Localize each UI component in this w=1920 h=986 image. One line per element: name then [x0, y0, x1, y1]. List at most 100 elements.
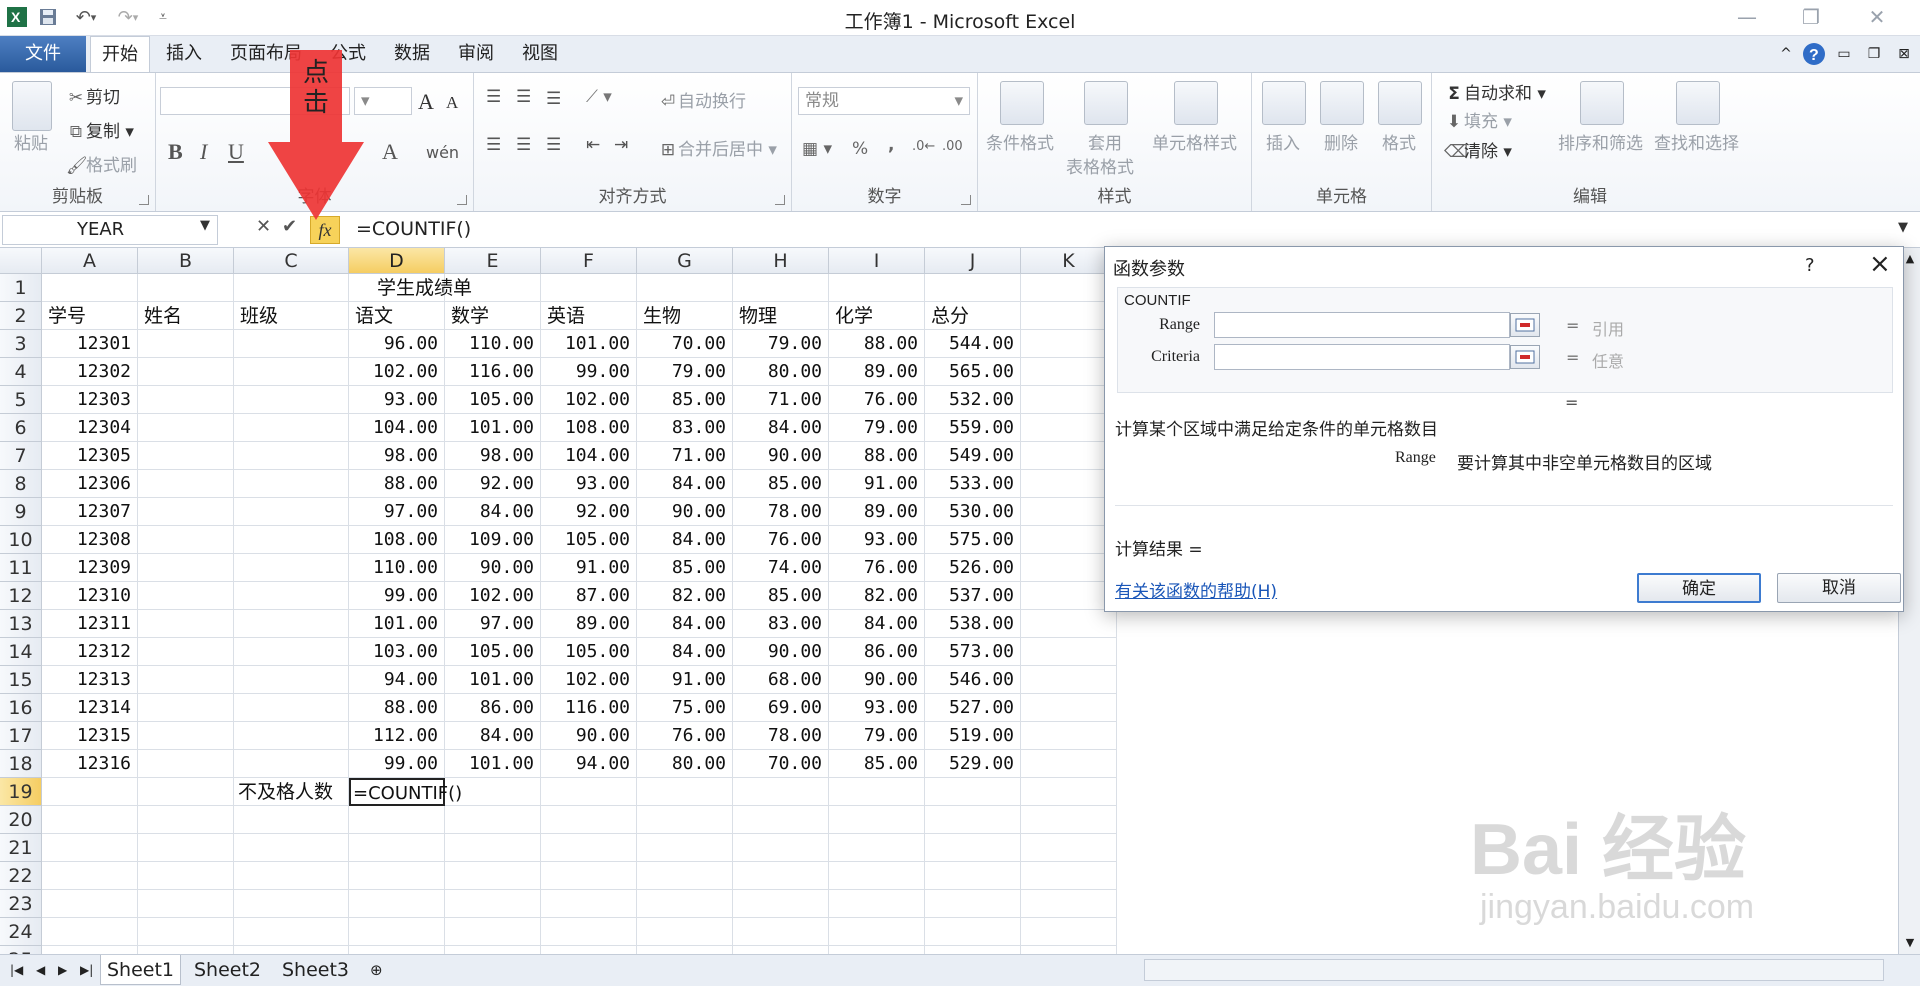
cell-g13[interactable]: 84.00: [637, 610, 733, 638]
cell-a23[interactable]: [42, 890, 138, 918]
fill-button[interactable]: ⬇ 填充 ▾: [1444, 107, 1512, 132]
column-header-h[interactable]: H: [733, 248, 829, 274]
cell-j10[interactable]: 575.00: [925, 526, 1021, 554]
tab-data[interactable]: 数据: [386, 36, 438, 72]
cell-b5[interactable]: [138, 386, 234, 414]
cell-d21[interactable]: [349, 834, 445, 862]
sheet-nav-first-icon[interactable]: |◀: [4, 955, 29, 985]
cell-d4[interactable]: 102.00: [349, 358, 445, 386]
cell-b8[interactable]: [138, 470, 234, 498]
cell-a12[interactable]: 12310: [42, 582, 138, 610]
cell-f7[interactable]: 104.00: [541, 442, 637, 470]
column-header-e[interactable]: E: [445, 248, 541, 274]
cell-e16[interactable]: 86.00: [445, 694, 541, 722]
number-format-combo[interactable]: 常规 ▾: [798, 87, 970, 115]
cell-i11[interactable]: 76.00: [829, 554, 925, 582]
cell-c9[interactable]: [234, 498, 349, 526]
row-header-18[interactable]: 18: [0, 750, 42, 778]
cell-j25[interactable]: [925, 946, 1021, 954]
cell-d19[interactable]: =COUNTIF(): [349, 778, 462, 806]
cell-j4[interactable]: 565.00: [925, 358, 1021, 386]
cell-k10[interactable]: [1021, 526, 1117, 554]
cell-f25[interactable]: [541, 946, 637, 954]
cell-j6[interactable]: 559.00: [925, 414, 1021, 442]
cell-g6[interactable]: 83.00: [637, 414, 733, 442]
cell-h23[interactable]: [733, 890, 829, 918]
cell-j12[interactable]: 537.00: [925, 582, 1021, 610]
cell-k5[interactable]: [1021, 386, 1117, 414]
cell-i8[interactable]: 91.00: [829, 470, 925, 498]
row-header-23[interactable]: 23: [0, 890, 42, 918]
cell-b21[interactable]: [138, 834, 234, 862]
cell-a2[interactable]: 学号: [42, 302, 138, 330]
sheet-tab-1[interactable]: Sheet1: [100, 955, 182, 985]
select-all-corner[interactable]: [0, 248, 42, 274]
font-color-button[interactable]: A: [382, 139, 398, 165]
cell-c24[interactable]: [234, 918, 349, 946]
row-header-13[interactable]: 13: [0, 610, 42, 638]
sheet-tab-3[interactable]: Sheet3: [276, 955, 355, 985]
cell-d17[interactable]: 112.00: [349, 722, 445, 750]
cell-i10[interactable]: 93.00: [829, 526, 925, 554]
cell-f10[interactable]: 105.00: [541, 526, 637, 554]
cell-a8[interactable]: 12306: [42, 470, 138, 498]
cell-i23[interactable]: [829, 890, 925, 918]
cell-e3[interactable]: 110.00: [445, 330, 541, 358]
row-header-11[interactable]: 11: [0, 554, 42, 582]
row-header-14[interactable]: 14: [0, 638, 42, 666]
cell-j2[interactable]: 总分: [925, 302, 1021, 330]
column-header-g[interactable]: G: [637, 248, 733, 274]
cell-f6[interactable]: 108.00: [541, 414, 637, 442]
workbook-restore-icon[interactable]: ❐: [1860, 36, 1888, 72]
cell-d7[interactable]: 98.00: [349, 442, 445, 470]
cell-g20[interactable]: [637, 806, 733, 834]
row-header-22[interactable]: 22: [0, 862, 42, 890]
cell-k3[interactable]: [1021, 330, 1117, 358]
cell-k18[interactable]: [1021, 750, 1117, 778]
cell-b16[interactable]: [138, 694, 234, 722]
cell-k4[interactable]: [1021, 358, 1117, 386]
cell-g11[interactable]: 85.00: [637, 554, 733, 582]
clipboard-launcher-icon[interactable]: [139, 195, 149, 205]
cell-d25[interactable]: [349, 946, 445, 954]
cell-b1[interactable]: [138, 274, 234, 302]
cell-a4[interactable]: 12302: [42, 358, 138, 386]
cell-f17[interactable]: 90.00: [541, 722, 637, 750]
column-header-k[interactable]: K: [1021, 248, 1117, 274]
cell-b10[interactable]: [138, 526, 234, 554]
cell-k20[interactable]: [1021, 806, 1117, 834]
cell-c1[interactable]: [234, 274, 349, 302]
cell-k13[interactable]: [1021, 610, 1117, 638]
cell-b22[interactable]: [138, 862, 234, 890]
clear-button[interactable]: ⌫清除 ▾: [1444, 137, 1512, 162]
row-header-8[interactable]: 8: [0, 470, 42, 498]
cell-i16[interactable]: 93.00: [829, 694, 925, 722]
cell-i5[interactable]: 76.00: [829, 386, 925, 414]
cell-c4[interactable]: [234, 358, 349, 386]
cell-c22[interactable]: [234, 862, 349, 890]
percent-button[interactable]: %: [852, 139, 868, 159]
cell-e22[interactable]: [445, 862, 541, 890]
cell-j16[interactable]: 527.00: [925, 694, 1021, 722]
cell-g14[interactable]: 84.00: [637, 638, 733, 666]
cell-i1[interactable]: [829, 274, 925, 302]
font-launcher-icon[interactable]: [457, 195, 467, 205]
cell-h5[interactable]: 71.00: [733, 386, 829, 414]
cell-a3[interactable]: 12301: [42, 330, 138, 358]
cell-i22[interactable]: [829, 862, 925, 890]
cell-a21[interactable]: [42, 834, 138, 862]
cell-c13[interactable]: [234, 610, 349, 638]
row-header-3[interactable]: 3: [0, 330, 42, 358]
cell-f9[interactable]: 92.00: [541, 498, 637, 526]
cell-e14[interactable]: 105.00: [445, 638, 541, 666]
range-input[interactable]: [1214, 312, 1510, 338]
cell-a10[interactable]: 12308: [42, 526, 138, 554]
cell-d20[interactable]: [349, 806, 445, 834]
cell-d22[interactable]: [349, 862, 445, 890]
cell-i6[interactable]: 79.00: [829, 414, 925, 442]
cell-g9[interactable]: 90.00: [637, 498, 733, 526]
cell-b17[interactable]: [138, 722, 234, 750]
cell-e15[interactable]: 101.00: [445, 666, 541, 694]
cell-j24[interactable]: [925, 918, 1021, 946]
cell-k8[interactable]: [1021, 470, 1117, 498]
